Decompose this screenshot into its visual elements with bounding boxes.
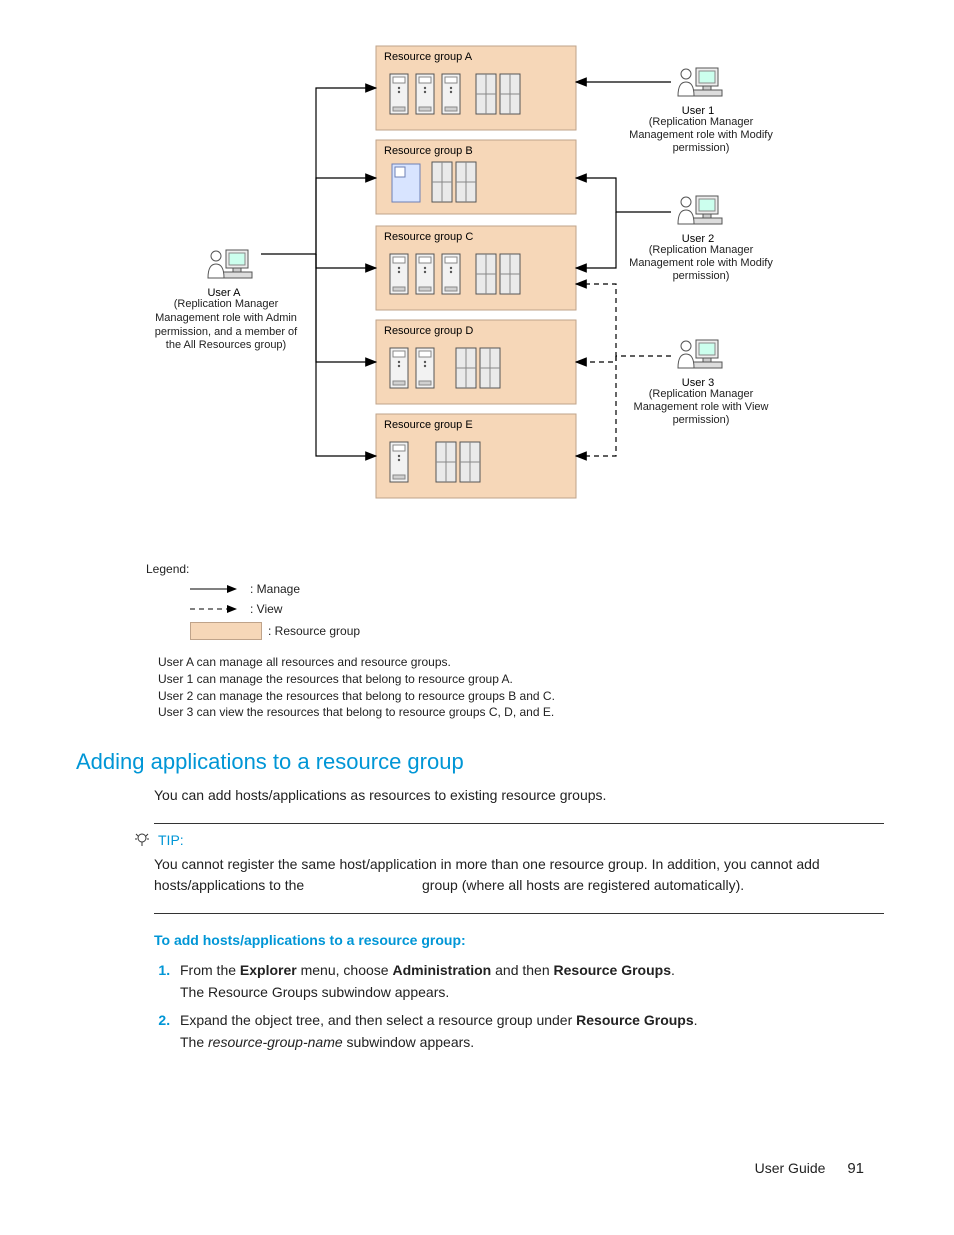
step-2: Expand the object tree, and then select … bbox=[174, 1012, 884, 1050]
section-heading: Adding applications to a resource group bbox=[76, 749, 884, 775]
user-1-desc: (Replication Manager Management role wit… bbox=[626, 116, 776, 156]
user-a-desc: (Replication Manager Management role wit… bbox=[146, 298, 306, 353]
section-intro: You can add hosts/applications as resour… bbox=[154, 785, 884, 805]
divider-top bbox=[154, 823, 884, 824]
tip-icon bbox=[134, 832, 150, 848]
tip-label: TIP: bbox=[158, 832, 184, 848]
tip-body: You cannot register the same host/applic… bbox=[154, 854, 884, 895]
resource-group-diagram: Resource group A Resource group B Resour… bbox=[76, 40, 884, 550]
page-footer: User Guide 91 bbox=[76, 1160, 884, 1177]
procedure-steps: From the Explorer menu, choose Administr… bbox=[154, 962, 884, 1050]
group-a-label: Resource group A bbox=[384, 51, 473, 63]
user-2-desc: (Replication Manager Management role wit… bbox=[626, 244, 776, 284]
group-b-label: Resource group B bbox=[384, 145, 473, 157]
diagram-notes: User A can manage all resources and reso… bbox=[158, 654, 884, 721]
group-e-label: Resource group E bbox=[384, 419, 473, 431]
group-d-label: Resource group D bbox=[384, 325, 473, 337]
legend: Legend: : Manage : View : Resource group bbox=[146, 562, 884, 640]
page-number: 91 bbox=[847, 1160, 864, 1177]
legend-manage: : Manage bbox=[190, 582, 884, 596]
legend-resource-group: : Resource group bbox=[190, 622, 884, 640]
legend-title: Legend: bbox=[146, 562, 884, 576]
legend-view: : View bbox=[190, 602, 884, 616]
divider-bottom bbox=[154, 913, 884, 914]
user-3-desc: (Replication Manager Management role wit… bbox=[626, 388, 776, 428]
procedure-heading: To add hosts/applications to a resource … bbox=[154, 932, 884, 948]
footer-label: User Guide bbox=[755, 1160, 826, 1176]
step-1: From the Explorer menu, choose Administr… bbox=[174, 962, 884, 1000]
group-c-label: Resource group C bbox=[384, 231, 473, 243]
